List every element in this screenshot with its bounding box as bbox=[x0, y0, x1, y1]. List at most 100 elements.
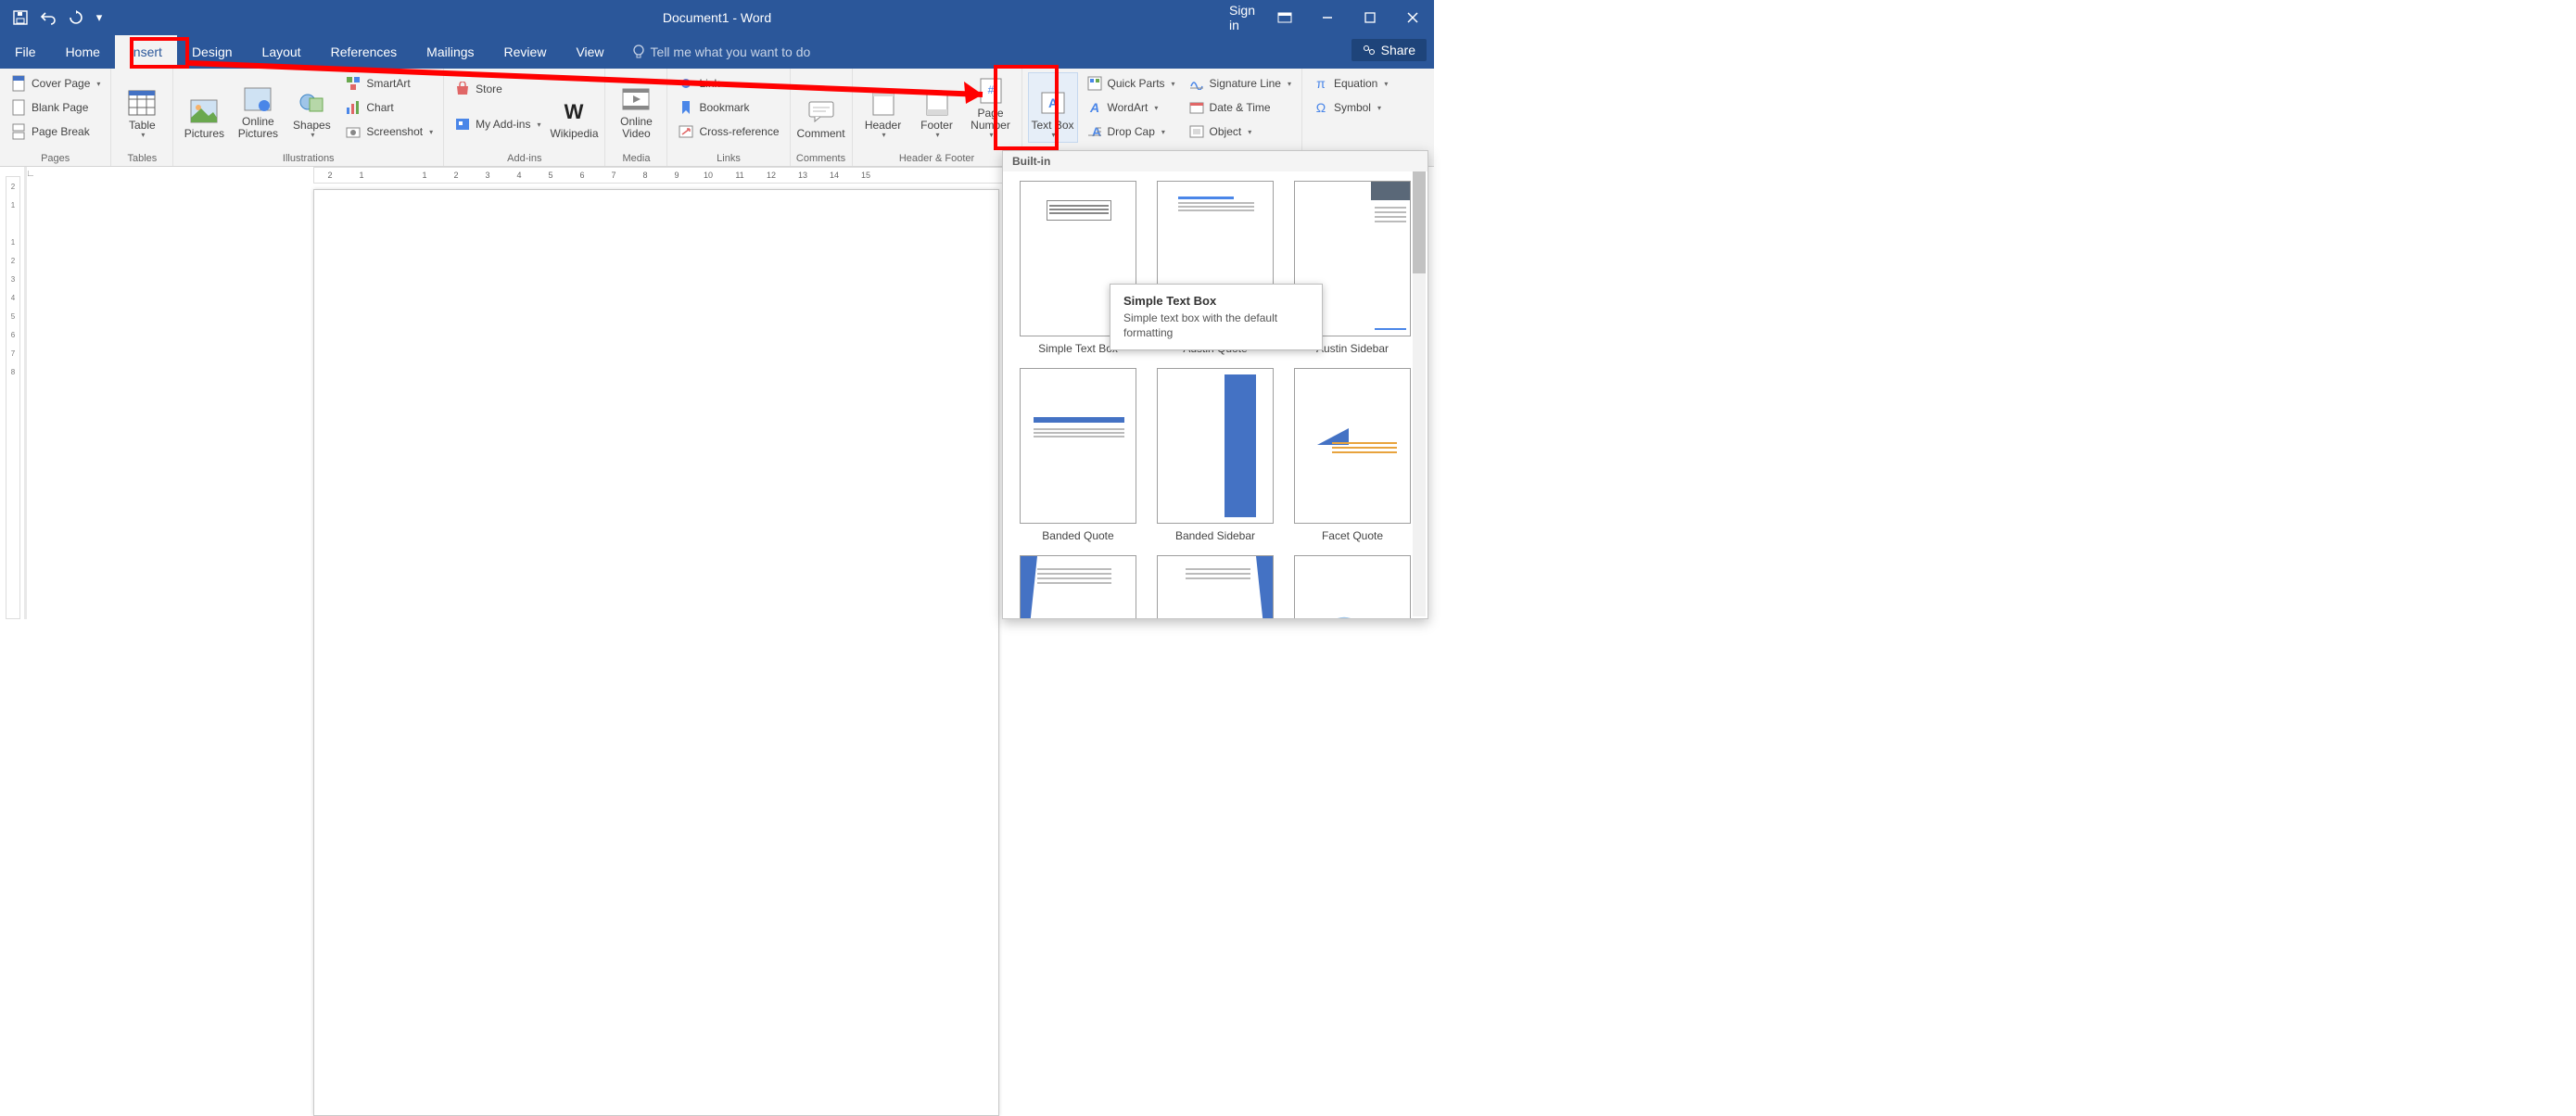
group-header-footer: Header▾ Footer▾ #Page Number▾ Header & F… bbox=[853, 69, 1022, 166]
svg-text:A: A bbox=[1047, 95, 1057, 110]
object-button[interactable]: Object▾ bbox=[1184, 120, 1296, 143]
blank-page-icon bbox=[10, 99, 27, 116]
wikipedia-button[interactable]: WWikipedia bbox=[549, 72, 599, 143]
bookmark-label: Bookmark bbox=[699, 101, 749, 114]
text-box-button[interactable]: AText Box▾ bbox=[1028, 72, 1078, 143]
tab-home[interactable]: Home bbox=[51, 35, 115, 69]
online-video-button[interactable]: Online Video bbox=[611, 72, 661, 143]
comment-button[interactable]: Comment bbox=[796, 72, 846, 143]
gallery-item-facet-sidebar-right[interactable]: Facet Sidebar (Right) bbox=[1153, 555, 1277, 619]
pictures-button[interactable]: Pictures bbox=[179, 72, 229, 143]
cover-page-button[interactable]: Cover Page▾ bbox=[6, 72, 105, 95]
wordart-button[interactable]: AWordArt▾ bbox=[1082, 96, 1180, 119]
cross-reference-button[interactable]: Cross-reference bbox=[673, 120, 783, 143]
datetime-icon bbox=[1188, 99, 1205, 116]
chart-button[interactable]: Chart bbox=[340, 96, 438, 119]
gallery-item-banded-quote[interactable]: Banded Quote bbox=[1016, 368, 1140, 542]
screenshot-icon bbox=[345, 123, 362, 140]
maximize-button[interactable] bbox=[1349, 0, 1391, 35]
close-button[interactable] bbox=[1391, 0, 1434, 35]
qat-customize-button[interactable]: ▾ bbox=[93, 6, 106, 29]
ribbon-display-options-button[interactable] bbox=[1263, 0, 1306, 35]
gallery-item-facet-sidebar-left[interactable]: Facet Sidebar (Left) bbox=[1016, 555, 1140, 619]
document-page[interactable] bbox=[313, 189, 999, 1116]
smartart-button[interactable]: SmartArt bbox=[340, 72, 438, 95]
gallery-item-label: Facet Quote bbox=[1322, 529, 1383, 542]
shapes-icon bbox=[298, 86, 324, 120]
tab-references[interactable]: References bbox=[316, 35, 412, 69]
addins-icon bbox=[454, 116, 471, 133]
bookmark-button[interactable]: Bookmark bbox=[673, 96, 783, 119]
share-button[interactable]: Share bbox=[1351, 39, 1427, 61]
table-button[interactable]: Table▾ bbox=[117, 72, 167, 143]
tooltip-title: Simple Text Box bbox=[1123, 294, 1309, 308]
tooltip-body: Simple text box with the default formatt… bbox=[1123, 311, 1309, 340]
page-number-label: Page Number bbox=[969, 108, 1013, 132]
tab-selector[interactable]: ∟ bbox=[26, 169, 35, 179]
tell-me-search[interactable]: Tell me what you want to do bbox=[619, 35, 811, 69]
group-links-label: Links bbox=[673, 151, 783, 164]
signature-line-button[interactable]: Signature Line▾ bbox=[1184, 72, 1296, 95]
date-time-button[interactable]: Date & Time bbox=[1184, 96, 1296, 119]
object-label: Object bbox=[1210, 125, 1242, 138]
group-comments: Comment Comments bbox=[791, 69, 853, 166]
tab-layout[interactable]: Layout bbox=[247, 35, 316, 69]
group-addins: Store My Add-ins▾ WWikipedia Add-ins bbox=[444, 69, 605, 166]
tab-review[interactable]: Review bbox=[489, 35, 562, 69]
blank-page-button[interactable]: Blank Page bbox=[6, 96, 105, 119]
quick-parts-button[interactable]: Quick Parts▾ bbox=[1082, 72, 1180, 95]
svg-text:W: W bbox=[565, 100, 584, 122]
svg-text:π: π bbox=[1316, 76, 1326, 91]
sign-in-button[interactable]: Sign in bbox=[1221, 0, 1263, 35]
tab-mailings[interactable]: Mailings bbox=[412, 35, 489, 69]
smartart-icon bbox=[345, 75, 362, 92]
online-pictures-button[interactable]: Online Pictures bbox=[233, 72, 283, 143]
save-button[interactable] bbox=[9, 6, 32, 29]
header-button[interactable]: Header▾ bbox=[858, 72, 908, 143]
chart-icon bbox=[345, 99, 362, 116]
wikipedia-icon: W bbox=[560, 95, 588, 128]
signature-label: Signature Line bbox=[1210, 77, 1281, 90]
symbol-button[interactable]: ΩSymbol▾ bbox=[1308, 96, 1392, 119]
page-break-button[interactable]: Page Break bbox=[6, 120, 105, 143]
redo-button[interactable] bbox=[65, 6, 87, 29]
minimize-button[interactable] bbox=[1306, 0, 1349, 35]
group-pages: Cover Page▾ Blank Page Page Break Pages bbox=[0, 69, 111, 166]
comment-label: Comment bbox=[797, 128, 845, 140]
page-number-button[interactable]: #Page Number▾ bbox=[966, 72, 1016, 143]
tell-me-placeholder: Tell me what you want to do bbox=[651, 44, 811, 59]
screenshot-button[interactable]: Screenshot▾ bbox=[340, 120, 438, 143]
text-box-icon: A bbox=[1040, 86, 1066, 120]
gallery-item-filigree-quote[interactable]: Filigree Quote bbox=[1290, 555, 1415, 619]
drop-cap-button[interactable]: ADrop Cap▾ bbox=[1082, 120, 1180, 143]
group-headerfooter-label: Header & Footer bbox=[858, 151, 1016, 164]
group-illustrations-label: Illustrations bbox=[179, 151, 438, 164]
quick-access-toolbar: ▾ bbox=[0, 6, 106, 29]
vertical-ruler[interactable]: 2112345678 bbox=[6, 176, 20, 619]
shapes-button[interactable]: Shapes▾ bbox=[286, 72, 336, 143]
tab-file[interactable]: File bbox=[0, 35, 51, 69]
store-button[interactable]: Store bbox=[450, 72, 545, 106]
link-button[interactable]: Link▾ bbox=[673, 72, 783, 95]
tab-insert[interactable]: Insert bbox=[115, 35, 177, 69]
datetime-label: Date & Time bbox=[1210, 101, 1271, 114]
pictures-label: Pictures bbox=[184, 128, 224, 140]
lightbulb-icon bbox=[632, 44, 645, 59]
tab-view[interactable]: View bbox=[561, 35, 618, 69]
table-icon bbox=[128, 86, 156, 120]
gallery-item-banded-sidebar[interactable]: Banded Sidebar bbox=[1153, 368, 1277, 542]
undo-button[interactable] bbox=[37, 6, 59, 29]
equation-button[interactable]: πEquation▾ bbox=[1308, 72, 1392, 95]
gallery-scrollbar[interactable] bbox=[1413, 171, 1426, 616]
gallery-item-facet-quote[interactable]: Facet Quote bbox=[1290, 368, 1415, 542]
crossref-icon bbox=[678, 123, 694, 140]
gallery-item-label: Banded Quote bbox=[1042, 529, 1113, 542]
group-media-label: Media bbox=[611, 151, 661, 164]
equation-icon: π bbox=[1313, 75, 1329, 92]
tab-design[interactable]: Design bbox=[177, 35, 247, 69]
gallery-scroll-thumb[interactable] bbox=[1413, 171, 1426, 273]
footer-button[interactable]: Footer▾ bbox=[912, 72, 962, 143]
symbol-label: Symbol bbox=[1334, 101, 1371, 114]
link-icon bbox=[678, 75, 694, 92]
my-addins-button[interactable]: My Add-ins▾ bbox=[450, 108, 545, 141]
